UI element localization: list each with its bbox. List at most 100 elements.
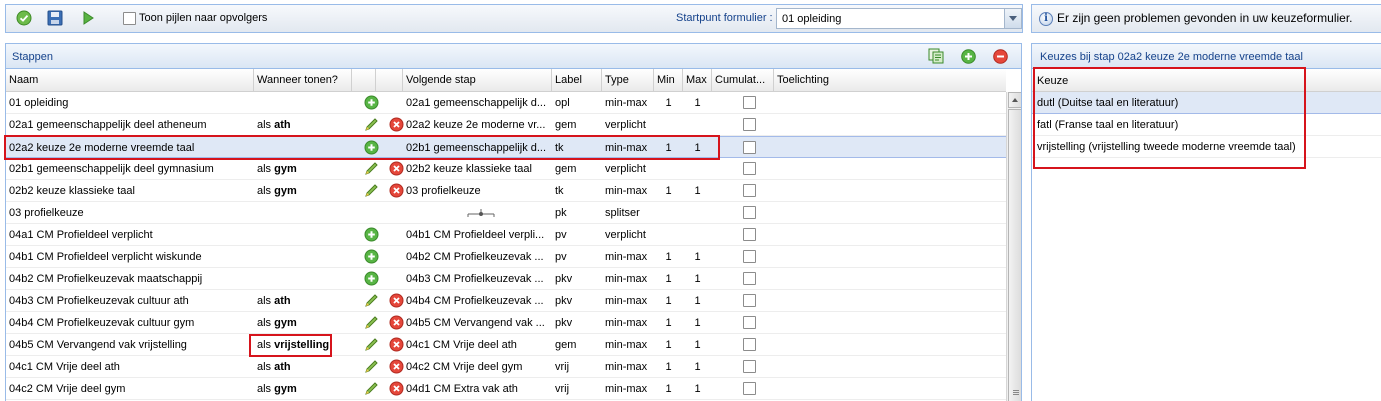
col-toelichting[interactable]: Toelichting [774,69,1006,92]
delete-icon[interactable] [389,359,404,374]
delete-icon[interactable] [389,161,404,176]
col-label[interactable]: Label [552,69,602,92]
cumulatief-checkbox[interactable] [743,206,756,219]
cumulatief-checkbox[interactable] [743,96,756,109]
step-type: splitser [605,207,640,219]
step-label: vrij [555,361,570,373]
table-row[interactable]: 04b2 CM Profielkeuzevak maatschappij 04b3… [6,268,1006,290]
list-item[interactable]: dutl (Duitse taal en literatuur) [1032,92,1381,114]
cumulatief-checkbox[interactable] [743,316,756,329]
edit-icon[interactable] [364,315,379,330]
step-label: opl [555,97,570,109]
add-icon[interactable] [961,49,976,64]
cumulatief-checkbox[interactable] [743,338,756,351]
add-icon[interactable] [364,140,379,155]
step-name: 04a1 CM Profieldeel verplicht [9,229,153,241]
next-step: 02a2 keuze 2e moderne vr... [406,119,546,131]
cumulatief-checkbox[interactable] [743,118,756,131]
col-naam[interactable]: Naam [6,69,254,92]
col-type[interactable]: Type [602,69,654,92]
copy-icon[interactable] [928,48,944,64]
table-row[interactable]: 02a2 keuze 2e moderne vreemde taal 02b1 g… [6,136,1006,158]
cumulatief-checkbox[interactable] [743,184,756,197]
check-icon[interactable] [16,10,32,26]
cumulatief-checkbox[interactable] [743,360,756,373]
edit-icon[interactable] [364,183,379,198]
save-icon[interactable] [47,10,63,26]
delete-icon[interactable] [389,183,404,198]
edit-icon[interactable] [364,293,379,308]
delete-icon[interactable] [389,315,404,330]
table-row[interactable]: 04b1 CM Profieldeel verplicht wiskunde 04… [6,246,1006,268]
table-row[interactable]: 02a1 gemeenschappelijk deel atheneum als … [6,114,1006,136]
add-icon[interactable] [364,227,379,242]
cumulatief-checkbox[interactable] [743,294,756,307]
col-wanneer[interactable]: Wanneer tonen? [254,69,352,92]
add-icon[interactable] [364,271,379,286]
col-add [352,69,376,92]
chevron-down-icon[interactable] [1004,9,1021,28]
cumulatief-checkbox[interactable] [743,272,756,285]
condition-prefix: als [257,163,272,175]
step-max: 1 [694,361,701,373]
table-row[interactable]: 03 profielkeuze pk splitser [6,202,1006,224]
list-item[interactable]: vrijstelling (vrijstelling tweede modern… [1032,136,1381,158]
scroll-up-icon[interactable] [1008,92,1021,108]
list-item[interactable]: fatl (Franse taal en literatuur) [1032,114,1381,136]
table-row[interactable]: 02b2 keuze klassieke taal als gym 03 profi… [6,180,1006,202]
table-row[interactable]: 04b3 CM Profielkeuzevak cultuur ath als a… [6,290,1006,312]
delete-icon[interactable] [389,337,404,352]
col-volgende[interactable]: Volgende stap [403,69,552,92]
col-max[interactable]: Max [683,69,712,92]
col-cumulatief[interactable]: Cumulat... [712,69,774,92]
stappen-scrollbar[interactable] [1006,92,1021,401]
step-min: 1 [665,97,672,109]
cumulatief-checkbox[interactable] [743,162,756,175]
scroll-thumb[interactable] [1008,109,1021,401]
step-min: 1 [665,317,672,329]
keuze-label: dutl (Duitse taal en literatuur) [1037,97,1179,109]
table-row[interactable]: 04c1 CM Vrije deel ath als ath 04c2 CM Vri… [6,356,1006,378]
step-type: min-max [605,97,648,109]
add-icon[interactable] [364,95,379,110]
cumulatief-checkbox[interactable] [743,382,756,395]
edit-icon[interactable] [364,337,379,352]
table-row[interactable]: 04b5 CM Vervangend vak vrijstelling als v… [6,334,1006,356]
step-min: 1 [665,251,672,263]
table-row[interactable]: 01 opleiding 02a1 gemeenschappelijk d... o… [6,92,1006,114]
next-step: 04b3 CM Profielkeuzevak ... [406,273,544,285]
cumulatief-checkbox[interactable] [743,228,756,241]
table-row[interactable]: 02b1 gemeenschappelijk deel gymnasium als… [6,158,1006,180]
run-icon[interactable] [80,10,96,26]
delete-icon[interactable] [389,293,404,308]
cumulatief-checkbox[interactable] [743,250,756,263]
step-type: min-max [605,142,648,154]
edit-icon[interactable] [364,117,379,132]
table-row[interactable]: 04a1 CM Profieldeel verplicht 04b1 CM Pro… [6,224,1006,246]
show-arrows-checkbox[interactable] [123,12,136,25]
remove-icon[interactable] [993,49,1008,64]
edit-icon[interactable] [364,381,379,396]
condition-value: gym [274,317,297,329]
next-step: 04b5 CM Vervangend vak ... [406,317,545,329]
add-icon[interactable] [364,249,379,264]
table-row[interactable]: 04c2 CM Vrije deel gym als gym 04d1 CM Ext… [6,378,1006,400]
table-row[interactable]: 04b4 CM Profielkeuzevak cultuur gym als g… [6,312,1006,334]
keuze-column-header[interactable]: Keuze [1032,69,1381,92]
keuzes-panel: Keuzes bij stap 02a2 keuze 2e moderne vr… [1031,43,1381,401]
step-label: pv [555,251,567,263]
col-min[interactable]: Min [654,69,683,92]
step-name: 01 opleiding [9,97,69,109]
step-max: 1 [694,142,701,154]
cumulatief-checkbox[interactable] [743,141,756,154]
startpunt-select[interactable]: 01 opleiding [776,8,1022,29]
step-name: 04b5 CM Vervangend vak vrijstelling [9,339,187,351]
condition-value: ath [274,119,291,131]
edit-icon[interactable] [364,161,379,176]
step-max: 1 [694,295,701,307]
keuze-label: vrijstelling (vrijstelling tweede modern… [1037,141,1296,153]
delete-icon[interactable] [389,117,404,132]
edit-icon[interactable] [364,359,379,374]
step-type: min-max [605,273,648,285]
delete-icon[interactable] [389,381,404,396]
